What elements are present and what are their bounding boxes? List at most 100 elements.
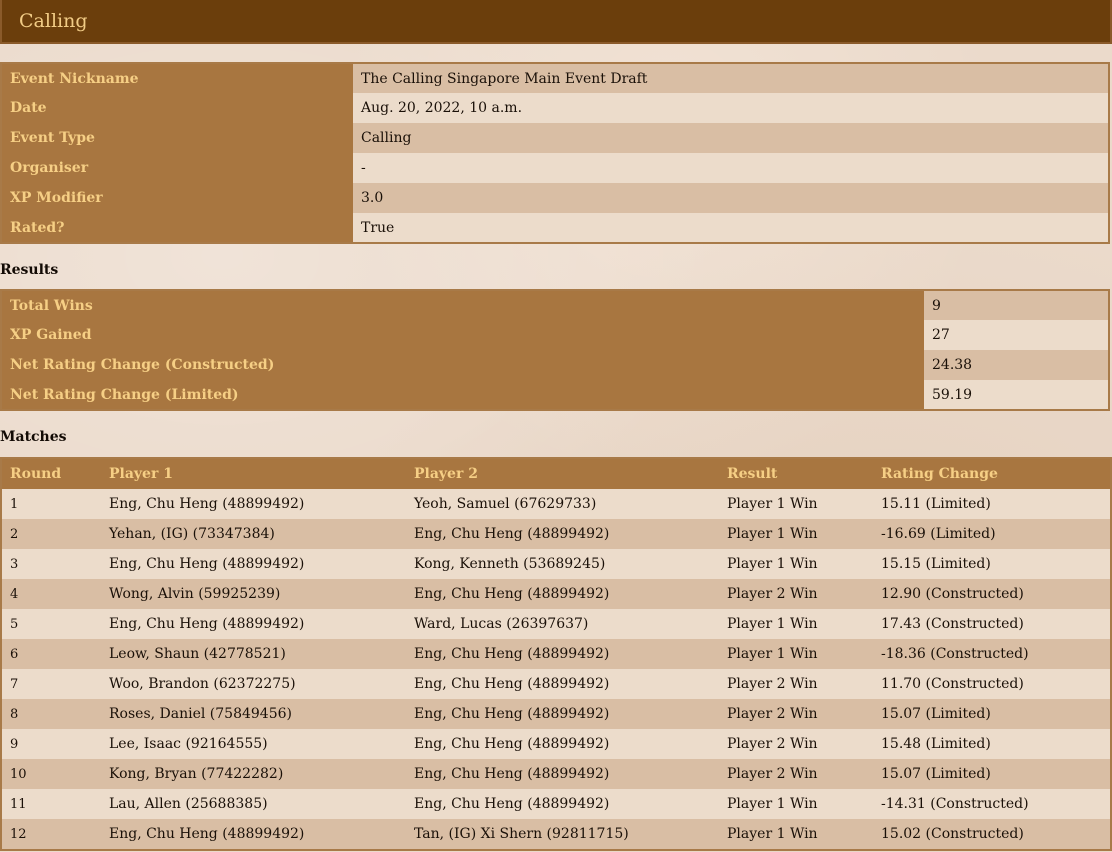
match-cell-rating-change: 11.70 (Constructed) bbox=[873, 669, 1111, 699]
results-value: 27 bbox=[924, 320, 1109, 350]
results-row: Net Rating Change (Constructed) 24.38 bbox=[1, 350, 1109, 380]
match-cell-rating-change: 15.15 (Limited) bbox=[873, 549, 1111, 579]
match-row: 7 Woo, Brandon (62372275) Eng, Chu Heng (4… bbox=[1, 669, 1111, 699]
results-label: Total Wins bbox=[1, 290, 924, 320]
match-cell-player-1: Woo, Brandon (62372275) bbox=[101, 669, 406, 699]
match-cell-player-2: Eng, Chu Heng (48899492) bbox=[406, 759, 719, 789]
match-cell-result: Player 1 Win bbox=[719, 519, 873, 549]
event-info-row: Date Aug. 20, 2022, 10 a.m. bbox=[1, 93, 1109, 123]
column-header-result: Result bbox=[719, 458, 873, 489]
match-cell-round: 7 bbox=[1, 669, 101, 699]
match-cell-player-1: Yehan, (IG) (73347384) bbox=[101, 519, 406, 549]
match-cell-rating-change: 15.07 (Limited) bbox=[873, 759, 1111, 789]
match-cell-round: 2 bbox=[1, 519, 101, 549]
match-row: 10 Kong, Bryan (77422282) Eng, Chu Heng (4… bbox=[1, 759, 1111, 789]
matches-header-row: Round Player 1 Player 2 Result Rating Change bbox=[1, 458, 1111, 489]
results-row: Total Wins 9 bbox=[1, 290, 1109, 320]
match-row: 12 Eng, Chu Heng (48899492) Tan, (IG) Xi S… bbox=[1, 819, 1111, 850]
match-row: 3 Eng, Chu Heng (48899492) Kong, Kenneth (… bbox=[1, 549, 1111, 579]
match-cell-result: Player 2 Win bbox=[719, 669, 873, 699]
match-cell-player-2: Kong, Kenneth (53689245) bbox=[406, 549, 719, 579]
results-label: Net Rating Change (Limited) bbox=[1, 380, 924, 410]
match-cell-player-1: Roses, Daniel (75849456) bbox=[101, 699, 406, 729]
match-cell-rating-change: 17.43 (Constructed) bbox=[873, 609, 1111, 639]
match-cell-player-1: Wong, Alvin (59925239) bbox=[101, 579, 406, 609]
match-cell-round: 9 bbox=[1, 729, 101, 759]
match-cell-player-2: Eng, Chu Heng (48899492) bbox=[406, 669, 719, 699]
match-cell-player-2: Eng, Chu Heng (48899492) bbox=[406, 519, 719, 549]
match-cell-player-1: Eng, Chu Heng (48899492) bbox=[101, 819, 406, 850]
match-cell-round: 6 bbox=[1, 639, 101, 669]
page-title: Calling bbox=[19, 10, 88, 32]
match-cell-round: 4 bbox=[1, 579, 101, 609]
results-table: Total Wins 9 XP Gained 27 Net Rating Change … bbox=[0, 289, 1110, 411]
match-cell-player-1: Lau, Allen (25688385) bbox=[101, 789, 406, 819]
column-header-rating-change: Rating Change bbox=[873, 458, 1111, 489]
match-row: 11 Lau, Allen (25688385) Eng, Chu Heng (48… bbox=[1, 789, 1111, 819]
match-cell-result: Player 1 Win bbox=[719, 609, 873, 639]
match-cell-player-1: Eng, Chu Heng (48899492) bbox=[101, 609, 406, 639]
match-cell-round: 5 bbox=[1, 609, 101, 639]
event-info-value: Calling bbox=[353, 123, 1109, 153]
match-cell-round: 3 bbox=[1, 549, 101, 579]
match-cell-player-2: Ward, Lucas (26397637) bbox=[406, 609, 719, 639]
match-row: 9 Lee, Isaac (92164555) Eng, Chu Heng (488… bbox=[1, 729, 1111, 759]
event-info-value: Aug. 20, 2022, 10 a.m. bbox=[353, 93, 1109, 123]
match-cell-player-1: Leow, Shaun (42778521) bbox=[101, 639, 406, 669]
match-cell-rating-change: -16.69 (Limited) bbox=[873, 519, 1111, 549]
match-cell-round: 10 bbox=[1, 759, 101, 789]
event-info-row: Event Nickname The Calling Singapore Main… bbox=[1, 63, 1109, 93]
match-cell-result: Player 2 Win bbox=[719, 579, 873, 609]
match-row: 1 Eng, Chu Heng (48899492) Yeoh, Samuel (6… bbox=[1, 489, 1111, 519]
event-info-table: Event Nickname The Calling Singapore Main… bbox=[0, 62, 1110, 244]
match-cell-player-2: Eng, Chu Heng (48899492) bbox=[406, 639, 719, 669]
match-cell-result: Player 2 Win bbox=[719, 729, 873, 759]
match-cell-result: Player 1 Win bbox=[719, 789, 873, 819]
column-header-player-1: Player 1 bbox=[101, 458, 406, 489]
match-cell-player-1: Eng, Chu Heng (48899492) bbox=[101, 549, 406, 579]
event-info-label: XP Modifier bbox=[1, 183, 353, 213]
match-cell-player-2: Eng, Chu Heng (48899492) bbox=[406, 579, 719, 609]
match-cell-result: Player 1 Win bbox=[719, 549, 873, 579]
event-info-label: Event Type bbox=[1, 123, 353, 153]
match-cell-player-2: Eng, Chu Heng (48899492) bbox=[406, 789, 719, 819]
match-cell-rating-change: 15.07 (Limited) bbox=[873, 699, 1111, 729]
results-label: XP Gained bbox=[1, 320, 924, 350]
match-row: 2 Yehan, (IG) (73347384) Eng, Chu Heng (48… bbox=[1, 519, 1111, 549]
match-row: 8 Roses, Daniel (75849456) Eng, Chu Heng (… bbox=[1, 699, 1111, 729]
results-label: Net Rating Change (Constructed) bbox=[1, 350, 924, 380]
match-cell-player-1: Eng, Chu Heng (48899492) bbox=[101, 489, 406, 519]
match-cell-result: Player 2 Win bbox=[719, 759, 873, 789]
match-cell-rating-change: 15.02 (Constructed) bbox=[873, 819, 1111, 850]
match-cell-round: 12 bbox=[1, 819, 101, 850]
event-info-value: The Calling Singapore Main Event Draft bbox=[353, 63, 1109, 93]
match-cell-rating-change: -18.36 (Constructed) bbox=[873, 639, 1111, 669]
event-info-value: - bbox=[353, 153, 1109, 183]
match-cell-player-2: Eng, Chu Heng (48899492) bbox=[406, 699, 719, 729]
matches-heading: Matches bbox=[0, 429, 67, 445]
results-value: 9 bbox=[924, 290, 1109, 320]
event-info-value: True bbox=[353, 213, 1109, 243]
event-info-row: Organiser - bbox=[1, 153, 1109, 183]
results-heading: Results bbox=[0, 262, 59, 278]
event-info-value: 3.0 bbox=[353, 183, 1109, 213]
event-info-label: Event Nickname bbox=[1, 63, 353, 93]
match-cell-result: Player 2 Win bbox=[719, 699, 873, 729]
matches-table: Round Player 1 Player 2 Result Rating Change… bbox=[0, 457, 1112, 851]
match-cell-rating-change: -14.31 (Constructed) bbox=[873, 789, 1111, 819]
match-cell-rating-change: 15.48 (Limited) bbox=[873, 729, 1111, 759]
match-cell-player-2: Yeoh, Samuel (67629733) bbox=[406, 489, 719, 519]
event-info-label: Date bbox=[1, 93, 353, 123]
match-row: 6 Leow, Shaun (42778521) Eng, Chu Heng (48… bbox=[1, 639, 1111, 669]
column-header-round: Round bbox=[1, 458, 101, 489]
match-row: 5 Eng, Chu Heng (48899492) Ward, Lucas (26… bbox=[1, 609, 1111, 639]
match-cell-result: Player 1 Win bbox=[719, 489, 873, 519]
match-cell-rating-change: 15.11 (Limited) bbox=[873, 489, 1111, 519]
event-info-row: Event Type Calling bbox=[1, 123, 1109, 153]
match-cell-result: Player 1 Win bbox=[719, 819, 873, 850]
page-header: Calling bbox=[0, 0, 1112, 44]
match-cell-result: Player 1 Win bbox=[719, 639, 873, 669]
event-info-label: Rated? bbox=[1, 213, 353, 243]
match-cell-rating-change: 12.90 (Constructed) bbox=[873, 579, 1111, 609]
results-value: 59.19 bbox=[924, 380, 1109, 410]
